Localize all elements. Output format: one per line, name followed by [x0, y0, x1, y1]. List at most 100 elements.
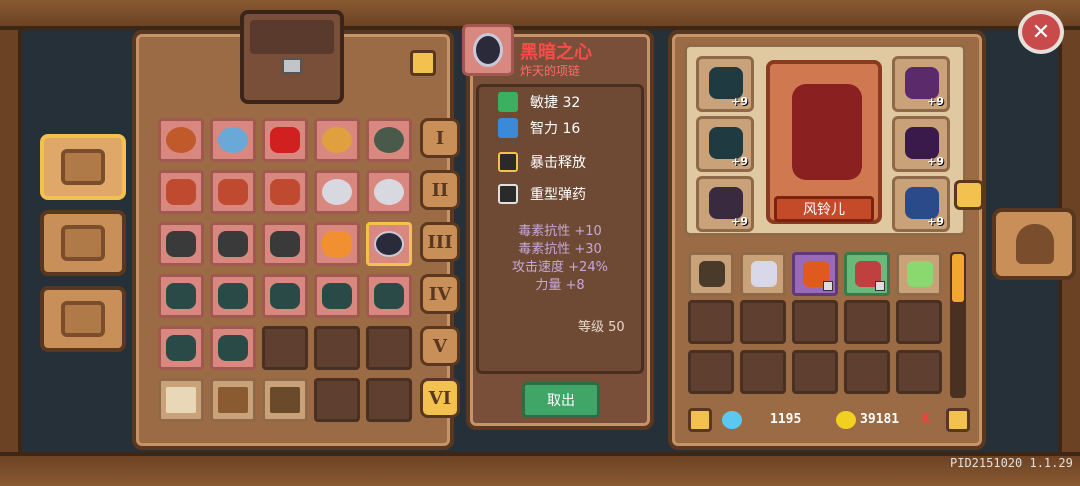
storage-slot[interactable]	[314, 222, 360, 266]
inventory-slot[interactable]	[688, 252, 734, 296]
equipment-slot[interactable]: +9	[892, 56, 950, 112]
empty-inventory-slot[interactable]	[740, 300, 786, 344]
empty-inventory-slot[interactable]	[844, 350, 890, 394]
exchange-tab[interactable]	[40, 286, 126, 352]
frame-bottom-border	[0, 452, 1080, 486]
storage-slot[interactable]	[158, 378, 204, 422]
bonus-line: 毒素抗性 +30	[518, 242, 602, 257]
empty-inventory-slot[interactable]	[896, 300, 942, 344]
storage-slot[interactable]	[210, 378, 256, 422]
storage-slot[interactable]	[158, 118, 204, 162]
page-tab-6[interactable]: VI	[420, 378, 460, 418]
storage-slot[interactable]	[210, 118, 256, 162]
storage-slot[interactable]	[262, 222, 308, 266]
storage-slot[interactable]	[262, 118, 308, 162]
equipment-slot[interactable]: +9	[696, 116, 754, 172]
page-tab-5[interactable]: V	[420, 326, 460, 366]
empty-inventory-slot[interactable]	[896, 350, 942, 394]
build-id: PID2151020 1.1.29	[950, 456, 1073, 470]
skill-label: 重型弹药	[530, 187, 586, 203]
stat-row: 敏捷 32	[498, 92, 580, 112]
stat-label: 智力 16	[530, 121, 581, 137]
equipment-slot[interactable]: +9	[696, 176, 754, 232]
bonus-line: 毒素抗性 +10	[518, 224, 602, 239]
empty-inventory-slot[interactable]	[688, 350, 734, 394]
exchange-icon	[61, 301, 105, 337]
empty-inventory-slot[interactable]	[792, 300, 838, 344]
inventory-slot[interactable]	[792, 252, 838, 296]
gold-coin-icon	[836, 411, 856, 429]
empty-storage-slot[interactable]	[314, 326, 360, 370]
gem-icon	[722, 411, 742, 429]
storage-slot[interactable]	[210, 274, 256, 318]
page-tab-3[interactable]: III	[420, 222, 460, 262]
inventory-slot[interactable]	[896, 252, 942, 296]
page-tab-2[interactable]: II	[420, 170, 460, 210]
necklace-icon	[462, 24, 514, 76]
manual-tab[interactable]	[40, 210, 126, 276]
stat-row: 暴击释放	[498, 152, 586, 172]
close-button[interactable]: ✕	[1018, 10, 1064, 54]
item-level: 等级 50	[578, 320, 625, 335]
hero-sprite	[792, 84, 862, 180]
empty-inventory-slot[interactable]	[792, 350, 838, 394]
storage-tab[interactable]	[40, 134, 126, 200]
storage-slot[interactable]	[262, 170, 308, 214]
equipment-slot[interactable]: +9	[892, 116, 950, 172]
scrollbar-thumb[interactable]	[952, 254, 964, 302]
frame-left-border	[0, 30, 22, 452]
empty-inventory-slot[interactable]	[740, 350, 786, 394]
empty-storage-slot[interactable]	[314, 378, 360, 422]
stat-row: 智力 16	[498, 118, 580, 138]
chest-icon	[240, 10, 344, 104]
skill-label: 暴击释放	[530, 155, 586, 171]
storage-slot[interactable]	[158, 170, 204, 214]
storage-slot[interactable]	[262, 378, 308, 422]
page-tab-4[interactable]: IV	[420, 274, 460, 314]
storage-slot[interactable]	[314, 170, 360, 214]
storage-slot[interactable]	[314, 274, 360, 318]
inventory-slot[interactable]	[844, 252, 890, 296]
frame-top-border	[0, 0, 1080, 30]
empty-inventory-slot[interactable]	[688, 300, 734, 344]
book-icon	[61, 225, 105, 261]
storage-slot[interactable]	[366, 274, 412, 318]
hero-page-toggle[interactable]	[954, 180, 984, 210]
heavy-ammo-icon	[498, 184, 518, 204]
gold-count: 39181	[860, 412, 900, 427]
inventory-slot[interactable]	[740, 252, 786, 296]
equipment-slot[interactable]: +9	[696, 56, 754, 112]
chest-icon	[61, 149, 105, 185]
inventory-scrollbar[interactable]	[950, 252, 966, 398]
storage-slot[interactable]	[366, 118, 412, 162]
hero-name: 风铃儿	[774, 196, 874, 222]
agility-icon	[498, 92, 518, 112]
page-tab-1[interactable]: I	[420, 118, 460, 158]
storage-slot[interactable]	[210, 326, 256, 370]
storage-slot[interactable]	[314, 118, 360, 162]
sort-inventory-button[interactable]	[946, 408, 970, 432]
empty-storage-slot[interactable]	[366, 378, 412, 422]
empty-inventory-slot[interactable]	[844, 300, 890, 344]
bonus-line: 攻击速度 +24%	[512, 260, 608, 275]
hero-tab[interactable]	[992, 208, 1076, 280]
storage-slot[interactable]	[158, 222, 204, 266]
storage-slot[interactable]	[366, 170, 412, 214]
take-out-button[interactable]: 取出	[522, 382, 600, 418]
lock-toggle-button[interactable]	[688, 408, 712, 432]
empty-storage-slot[interactable]	[366, 326, 412, 370]
storage-slot[interactable]	[210, 222, 256, 266]
storage-slot[interactable]	[158, 274, 204, 318]
gold-suffix: K	[922, 412, 930, 427]
sort-grid-button[interactable]	[410, 50, 436, 76]
empty-storage-slot[interactable]	[262, 326, 308, 370]
equipment-slot[interactable]: +9	[892, 176, 950, 232]
item-name: 黑暗之心	[520, 42, 592, 63]
lock-icon	[875, 281, 885, 291]
selected-storage-slot[interactable]	[366, 222, 412, 266]
storage-slot[interactable]	[158, 326, 204, 370]
storage-slot[interactable]	[262, 274, 308, 318]
intellect-icon	[498, 118, 518, 138]
storage-slot[interactable]	[210, 170, 256, 214]
bonus-line: 力量 +8	[535, 278, 585, 293]
